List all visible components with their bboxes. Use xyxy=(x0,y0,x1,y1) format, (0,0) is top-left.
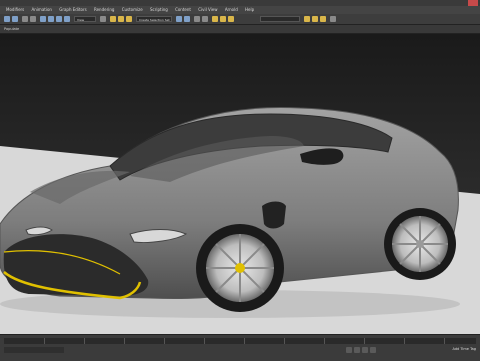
select-icon[interactable] xyxy=(40,16,46,22)
menu-civil-view[interactable]: Civil View xyxy=(198,6,217,14)
menu-graph-editors[interactable]: Graph Editors xyxy=(59,6,86,14)
render-icon[interactable] xyxy=(220,16,226,22)
status-bar: Add Time Tag xyxy=(0,334,480,361)
maxscript-listener[interactable] xyxy=(4,347,64,353)
time-tag-label[interactable]: Add Time Tag xyxy=(453,347,477,351)
redo-icon[interactable] xyxy=(12,16,18,22)
next-frame-icon[interactable] xyxy=(370,347,376,353)
undo-icon[interactable] xyxy=(4,16,10,22)
grid-icon[interactable] xyxy=(330,16,336,22)
snap-icon[interactable] xyxy=(110,16,116,22)
material-editor-icon[interactable] xyxy=(304,16,310,22)
angle-snap-icon[interactable] xyxy=(118,16,124,22)
menu-modifiers[interactable]: Modifiers xyxy=(6,6,24,14)
move-icon[interactable] xyxy=(48,16,54,22)
workspace-combo[interactable] xyxy=(260,16,300,22)
prev-frame-icon[interactable] xyxy=(354,347,360,353)
menu-content[interactable]: Content xyxy=(175,6,191,14)
pivot-icon[interactable] xyxy=(100,16,106,22)
ribbon-label[interactable]: Populate xyxy=(4,27,19,31)
side-vent xyxy=(262,201,286,229)
car-render xyxy=(0,34,480,334)
timeline-slider[interactable] xyxy=(4,338,476,344)
menu-help[interactable]: Help xyxy=(245,6,254,14)
mirror-icon[interactable] xyxy=(176,16,182,22)
menu-bar: Modifiers Animation Graph Editors Render… xyxy=(0,6,480,14)
layers-icon[interactable] xyxy=(194,16,200,22)
unlink-icon[interactable] xyxy=(30,16,36,22)
play-icon[interactable] xyxy=(362,347,368,353)
scale-icon[interactable] xyxy=(64,16,70,22)
menu-arnold[interactable]: Arnold xyxy=(225,6,238,14)
render-frame-icon[interactable] xyxy=(228,16,234,22)
view-combo[interactable]: View xyxy=(74,16,96,22)
percent-snap-icon[interactable] xyxy=(126,16,132,22)
render-active-icon[interactable] xyxy=(320,16,326,22)
curve-editor-icon[interactable] xyxy=(202,16,208,22)
render-setup-icon[interactable] xyxy=(212,16,218,22)
link-icon[interactable] xyxy=(22,16,28,22)
align-icon[interactable] xyxy=(184,16,190,22)
front-caliper xyxy=(235,263,245,273)
menu-customize[interactable]: Customize xyxy=(122,6,143,14)
render-production-icon[interactable] xyxy=(312,16,318,22)
menu-scripting[interactable]: Scripting xyxy=(150,6,168,14)
selection-set-combo[interactable]: Create Selection Set xyxy=(136,16,172,22)
menu-rendering[interactable]: Rendering xyxy=(94,6,114,14)
goto-start-icon[interactable] xyxy=(346,347,352,353)
perspective-viewport[interactable] xyxy=(0,34,480,334)
rotate-icon[interactable] xyxy=(56,16,62,22)
menu-animation[interactable]: Animation xyxy=(32,6,52,14)
ribbon-bar: Populate xyxy=(0,25,480,34)
main-toolbar: View Create Selection Set xyxy=(0,14,480,25)
